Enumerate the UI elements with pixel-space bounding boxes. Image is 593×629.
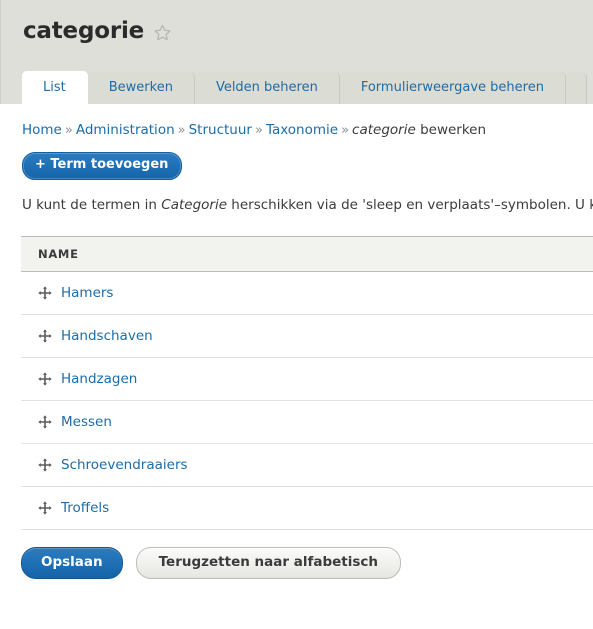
term-cell: Handschaven bbox=[21, 314, 593, 358]
table-row[interactable]: Troffels bbox=[21, 486, 593, 530]
add-term-button[interactable]: + Term toevoegen bbox=[22, 152, 183, 180]
breadcrumb-current-rest: bewerken bbox=[415, 122, 487, 138]
terms-table-body: Hamers Handschaven Handzagen Messen Schr… bbox=[21, 271, 593, 530]
page-root: categorie List Bewerken Velden beheren F… bbox=[0, 0, 593, 629]
breadcrumb-separator: » bbox=[254, 123, 263, 138]
page-content: Home» Administration» Structuur» Taxonomie»… bbox=[0, 104, 593, 580]
move-cross-icon[interactable] bbox=[38, 329, 52, 343]
term-cell: Hamers bbox=[21, 271, 593, 315]
term-cell: Handzagen bbox=[21, 357, 593, 401]
term-row-inner: Troffels bbox=[38, 500, 593, 516]
save-button[interactable]: Opslaan bbox=[21, 546, 123, 580]
tab-list-label: List bbox=[43, 80, 66, 95]
breadcrumb-item-taxonomie[interactable]: Taxonomie bbox=[266, 122, 338, 138]
breadcrumb-current: categorie bewerken bbox=[352, 122, 486, 138]
form-actions: Opslaan Terugzetten naar alfabetisch bbox=[21, 546, 593, 580]
page-description: U kunt de termen in Categorie herschikke… bbox=[0, 180, 593, 215]
tab-velden-beheren[interactable]: Velden beheren bbox=[194, 72, 340, 104]
term-row-inner: Handzagen bbox=[38, 371, 593, 387]
move-cross-icon[interactable] bbox=[38, 458, 52, 472]
breadcrumb-item-structuur[interactable]: Structuur bbox=[189, 122, 252, 138]
move-cross-icon[interactable] bbox=[38, 372, 52, 386]
terms-table-wrapper: NAME Hamers Handschaven Handzagen Messen… bbox=[21, 235, 593, 530]
term-row-inner: Schroevendraaiers bbox=[38, 457, 593, 473]
tab-list[interactable]: List bbox=[22, 71, 88, 104]
terms-table: NAME Hamers Handschaven Handzagen Messen… bbox=[21, 236, 593, 530]
table-row[interactable]: Handschaven bbox=[21, 314, 593, 358]
tab-overflow-partial[interactable] bbox=[565, 72, 587, 104]
term-link[interactable]: Handschaven bbox=[61, 328, 153, 344]
term-row-inner: Hamers bbox=[38, 285, 593, 301]
description-before: U kunt de termen in bbox=[22, 196, 162, 213]
term-link[interactable]: Handzagen bbox=[61, 371, 137, 387]
page-header: categorie List Bewerken Velden beheren F… bbox=[0, 0, 593, 104]
breadcrumb-item-home[interactable]: Home bbox=[22, 122, 62, 138]
breadcrumb-current-italic: categorie bbox=[352, 122, 416, 138]
move-cross-icon[interactable] bbox=[38, 501, 52, 515]
terms-table-head: NAME bbox=[21, 236, 593, 272]
column-header-name: NAME bbox=[21, 236, 593, 272]
term-link[interactable]: Hamers bbox=[61, 285, 113, 301]
star-outline-icon[interactable] bbox=[153, 23, 172, 42]
term-row-inner: Handschaven bbox=[38, 328, 593, 344]
breadcrumb: Home» Administration» Structuur» Taxonomie»… bbox=[0, 104, 593, 138]
description-emphasis: Categorie bbox=[161, 196, 227, 213]
move-cross-icon[interactable] bbox=[38, 286, 52, 300]
local-actions: + Term toevoegen bbox=[0, 138, 593, 180]
description-after: herschikken via de 'sleep en verplaats'–… bbox=[231, 196, 593, 213]
breadcrumb-item-administration[interactable]: Administration bbox=[76, 122, 175, 138]
tab-bewerken[interactable]: Bewerken bbox=[87, 72, 195, 104]
primary-tabs: List Bewerken Velden beheren Formulierwe… bbox=[1, 70, 593, 104]
term-row-inner: Messen bbox=[38, 414, 593, 430]
term-link[interactable]: Schroevendraaiers bbox=[61, 457, 188, 473]
table-row[interactable]: Schroevendraaiers bbox=[21, 443, 593, 487]
term-link[interactable]: Troffels bbox=[61, 500, 109, 516]
term-cell: Messen bbox=[21, 400, 593, 444]
tab-bewerken-label: Bewerken bbox=[108, 80, 173, 95]
table-row[interactable]: Hamers bbox=[21, 271, 593, 315]
breadcrumb-separator: » bbox=[64, 123, 73, 138]
reset-alphabetical-button[interactable]: Terugzetten naar alfabetisch bbox=[135, 546, 401, 580]
term-link[interactable]: Messen bbox=[61, 414, 112, 430]
table-row[interactable]: Handzagen bbox=[21, 357, 593, 401]
tab-formulierweergave-beheren-label: Formulierweergave beheren bbox=[360, 80, 544, 95]
breadcrumb-separator: » bbox=[341, 123, 350, 138]
table-row[interactable]: Messen bbox=[21, 400, 593, 444]
tab-formulierweergave-beheren[interactable]: Formulierweergave beheren bbox=[339, 72, 566, 104]
term-cell: Troffels bbox=[21, 486, 593, 530]
page-title-row: categorie bbox=[1, 0, 593, 44]
terms-table-header-row: NAME bbox=[21, 236, 593, 272]
page-title: categorie bbox=[23, 17, 145, 44]
tab-velden-beheren-label: Velden beheren bbox=[215, 80, 318, 95]
breadcrumb-separator: » bbox=[177, 123, 186, 138]
term-cell: Schroevendraaiers bbox=[21, 443, 593, 487]
move-cross-icon[interactable] bbox=[38, 415, 52, 429]
